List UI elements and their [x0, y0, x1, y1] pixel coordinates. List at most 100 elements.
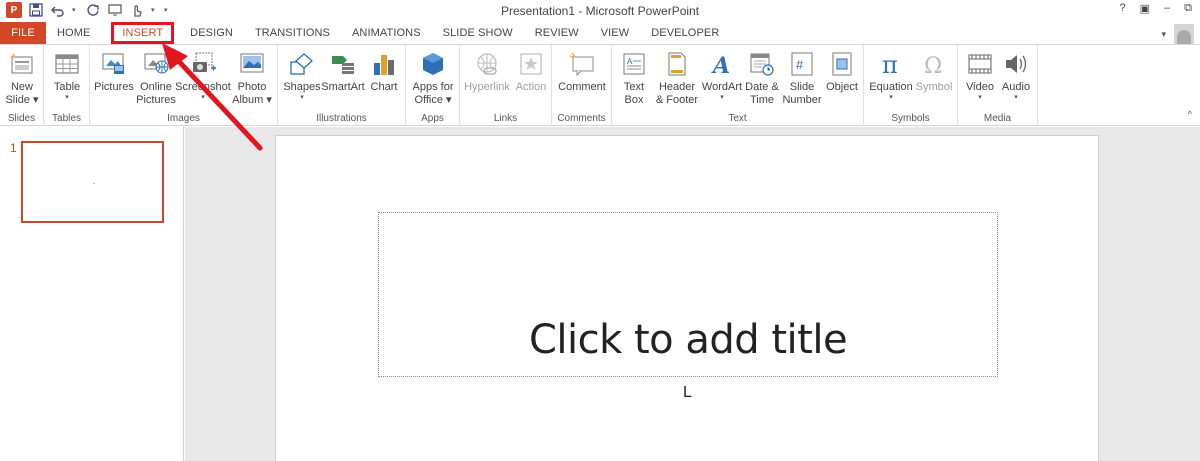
pictures-button[interactable]: Pictures — [94, 49, 134, 94]
screenshot-dropdown-icon: ▾ — [201, 94, 205, 101]
group-text: A Text Box Header & Footer A WordArt ▾ D… — [612, 45, 864, 126]
tab-developer[interactable]: DEVELOPER — [640, 22, 730, 44]
video-button[interactable]: Video ▾ — [962, 49, 998, 102]
ribbon: New Slide ▾ Slides Table ▾ Tables Pictur… — [0, 44, 1200, 126]
date-time-button[interactable]: Date & Time — [742, 49, 782, 107]
collapse-ribbon-icon[interactable]: ^ — [1188, 109, 1192, 119]
text-box-button[interactable]: A Text Box — [616, 49, 652, 107]
photo-album-icon — [237, 49, 267, 79]
apps-for-office-label-1: Apps for — [412, 81, 454, 93]
text-box-label-2: Box — [624, 94, 644, 106]
title-placeholder[interactable]: Click to add title — [378, 212, 998, 377]
hyperlink-icon — [472, 49, 502, 79]
tab-design[interactable]: DESIGN — [179, 22, 244, 44]
object-button[interactable]: Object — [824, 49, 860, 94]
screenshot-icon — [188, 49, 218, 79]
ribbon-tabs: FILE HOME INSERT DESIGN TRANSITIONS ANIM… — [0, 22, 1200, 44]
date-time-label-1: Date & — [745, 81, 779, 93]
help-icon[interactable]: ? — [1119, 2, 1125, 15]
group-label-apps: Apps — [421, 113, 444, 124]
svg-text:A: A — [711, 53, 730, 77]
comment-icon — [567, 49, 597, 79]
avatar[interactable] — [1174, 24, 1194, 44]
slide-thumbnail-number: 1 — [10, 141, 17, 155]
group-illustrations: Shapes ▾ SmartArt Chart Illustrations — [278, 45, 406, 126]
minimize-icon[interactable]: – — [1164, 2, 1170, 15]
tab-home[interactable]: HOME — [46, 22, 101, 44]
pictures-icon — [99, 49, 129, 79]
group-tables: Table ▾ Tables — [44, 45, 90, 126]
equation-dropdown-icon: ▾ — [889, 94, 893, 101]
hyperlink-button[interactable]: Hyperlink — [464, 49, 510, 94]
comment-button[interactable]: Comment — [557, 49, 607, 94]
equation-label: Equation — [869, 81, 913, 93]
header-footer-label-2: & Footer — [655, 94, 699, 106]
action-icon — [516, 49, 546, 79]
symbol-button[interactable]: Ω Symbol — [914, 49, 954, 94]
group-label-symbols: Symbols — [891, 113, 930, 124]
audio-button[interactable]: Audio ▾ — [998, 49, 1034, 102]
chart-button[interactable]: Chart — [366, 49, 402, 94]
shapes-button[interactable]: Shapes ▾ — [282, 49, 322, 102]
photo-album-button[interactable]: Photo Album ▾ — [230, 49, 274, 107]
text-cursor: L — [683, 384, 692, 401]
screenshot-label: Screenshot — [175, 81, 231, 93]
group-label-illustrations: Illustrations — [316, 113, 367, 124]
slide-thumbnail[interactable] — [21, 141, 164, 223]
svg-text:Ω: Ω — [924, 54, 942, 77]
video-dropdown-icon: ▾ — [978, 94, 982, 101]
account-dropdown-icon[interactable]: ▾ — [1161, 29, 1166, 40]
smartart-label: SmartArt — [321, 81, 365, 93]
online-pictures-button[interactable]: Online Pictures — [136, 49, 176, 107]
group-label-text: Text — [728, 113, 747, 124]
online-pictures-label-2: Pictures — [136, 94, 176, 106]
film-icon — [965, 49, 995, 79]
wordart-button[interactable]: A WordArt ▾ — [700, 49, 744, 102]
tab-animations[interactable]: ANIMATIONS — [341, 22, 432, 44]
chart-label: Chart — [370, 81, 398, 93]
object-icon — [827, 49, 857, 79]
tab-transitions[interactable]: TRANSITIONS — [244, 22, 341, 44]
tab-file[interactable]: FILE — [0, 22, 46, 44]
equation-button[interactable]: π Equation ▾ — [868, 49, 914, 102]
group-label-links: Links — [493, 113, 518, 124]
slide-number-icon: # — [787, 49, 817, 79]
header-footer-icon — [662, 49, 692, 79]
shapes-icon — [287, 49, 317, 79]
table-button[interactable]: Table ▾ — [49, 49, 85, 102]
wordart-dropdown-icon: ▾ — [720, 94, 724, 101]
slide-editing-area: Click to add title L — [185, 127, 1200, 461]
slide-number-label-2: Number — [782, 94, 822, 106]
action-button[interactable]: Action — [512, 49, 550, 94]
new-slide-label-1: New — [10, 81, 33, 93]
text-box-icon: A — [619, 49, 649, 79]
ribbon-display-options-icon[interactable]: ▣ — [1140, 2, 1150, 15]
group-label-media: Media — [983, 113, 1012, 124]
new-slide-button[interactable]: New Slide ▾ — [4, 49, 40, 107]
hyperlink-label: Hyperlink — [464, 81, 510, 93]
pictures-label: Pictures — [94, 81, 134, 93]
group-slides: New Slide ▾ Slides — [0, 45, 44, 126]
window-title: Presentation1 - Microsoft PowerPoint — [500, 4, 700, 18]
header-footer-button[interactable]: Header & Footer — [652, 49, 702, 107]
title-bar: P ▾ ▾ ▾ Presentation1 - Microsoft PowerP… — [0, 0, 1200, 20]
tab-slide-show[interactable]: SLIDE SHOW — [432, 22, 524, 44]
tab-review[interactable]: REVIEW — [524, 22, 590, 44]
group-comments: Comment Comments — [552, 45, 612, 126]
online-pictures-icon — [141, 49, 171, 79]
tab-insert[interactable]: INSERT — [111, 22, 175, 44]
svg-text:A: A — [627, 57, 633, 66]
online-pictures-label-1: Online — [140, 81, 172, 93]
restore-icon[interactable]: ⧉ — [1184, 2, 1192, 15]
slide-thumbnails-pane: 1 — [0, 127, 184, 461]
smartart-icon — [328, 49, 358, 79]
screenshot-button[interactable]: Screenshot ▾ — [175, 49, 231, 102]
smartart-button[interactable]: SmartArt — [321, 49, 365, 94]
slide-canvas[interactable]: Click to add title L — [275, 135, 1099, 461]
slide-thumbnail-title-mark — [93, 183, 95, 184]
omega-icon: Ω — [919, 49, 949, 79]
slide-number-button[interactable]: # Slide Number — [780, 49, 824, 107]
tab-view[interactable]: VIEW — [590, 22, 641, 44]
apps-for-office-button[interactable]: Apps for Office ▾ — [410, 49, 456, 107]
group-media: Video ▾ Audio ▾ Media — [958, 45, 1038, 126]
